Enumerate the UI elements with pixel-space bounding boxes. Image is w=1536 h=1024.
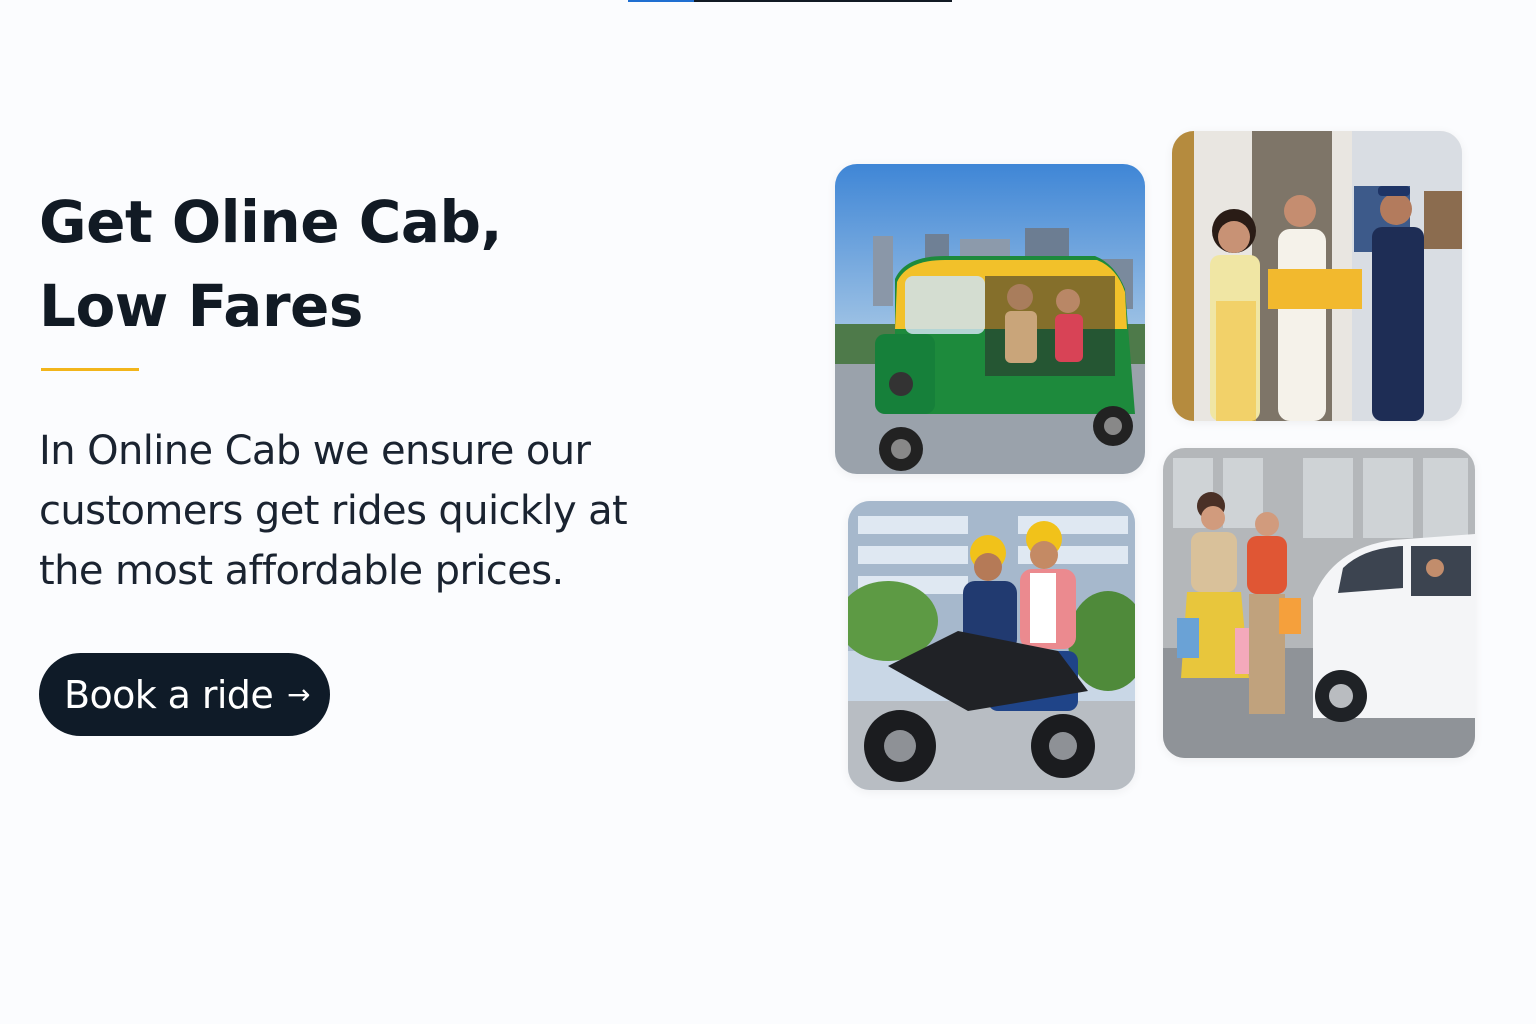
top-tab-indicator <box>628 0 952 2</box>
title-underline <box>41 368 139 371</box>
book-a-ride-button[interactable]: Book a ride → <box>39 653 330 736</box>
hero-description: In Online Cab we ensure our customers ge… <box>39 428 628 594</box>
page: Get Oline Cab, Low Fares In Online Cab w… <box>0 0 1536 1024</box>
parcel-delivery-image <box>1172 131 1462 421</box>
auto-rickshaw-image <box>835 164 1145 474</box>
bike-taxi-image <box>848 501 1135 790</box>
hero-title-line-2: Low Fares <box>39 272 363 340</box>
book-a-ride-label: Book a ride <box>64 672 274 717</box>
arrow-right-icon: → <box>287 677 310 711</box>
hero-title-line-1: Get Oline Cab, <box>39 188 503 256</box>
active-tab-indicator <box>628 0 694 2</box>
hero-title: Get Oline Cab, Low Fares <box>39 180 679 348</box>
car-ride-image <box>1163 448 1475 758</box>
hero-section: Get Oline Cab, Low Fares In Online Cab w… <box>39 180 679 736</box>
